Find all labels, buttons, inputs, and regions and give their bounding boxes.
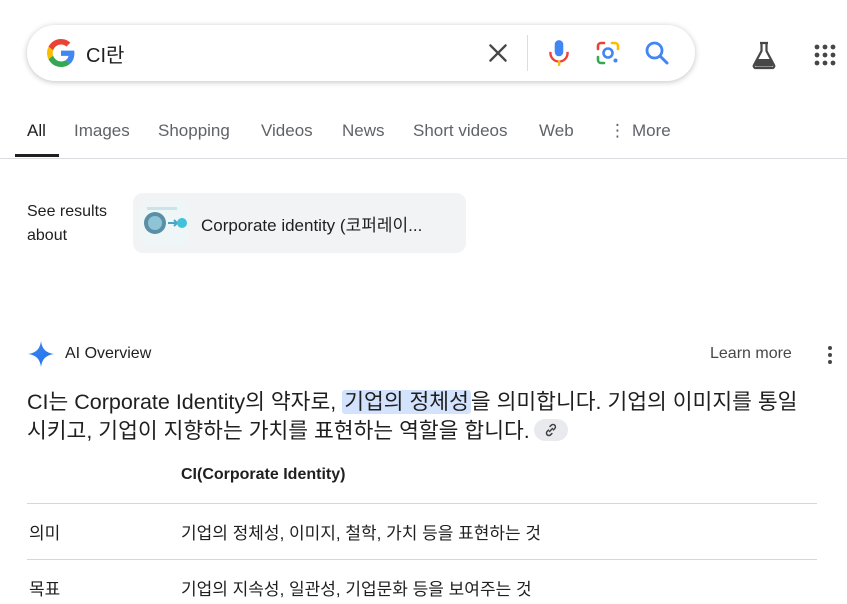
apps-grid-icon[interactable] [813,43,837,67]
close-icon[interactable] [485,40,511,66]
table-cell-key: 목표 [29,580,61,599]
google-g-icon [47,39,75,67]
learn-more-link[interactable]: Learn more [710,345,792,363]
ai-text-part-1: CI는 Corporate Identity의 약자로, [27,390,343,414]
table-cell-value: 기업의 지속성, 일관성, 기업문화 등을 보여주는 것 [181,580,532,599]
table-divider [27,559,817,560]
entity-thumbnail-image [141,201,187,245]
tab-more-label: More [632,121,671,140]
table-divider [27,503,817,504]
table-cell-value: 기업의 정체성, 이미지, 철학, 가치 등을 표현하는 것 [181,524,542,543]
ai-overview-header: AI Overview Learn more [27,340,847,370]
tab-images[interactable]: Images [74,121,130,141]
table-header: CI(Corporate Identity) [181,466,346,483]
link-icon [545,424,556,437]
tab-shopping[interactable]: Shopping [158,121,230,141]
entity-label: Corporate identity (코퍼레이... [201,216,423,235]
microphone-icon[interactable] [546,38,572,68]
ai-text-highlight[interactable]: 기업의 정체성 [342,390,471,414]
tab-short-videos[interactable]: Short videos [413,121,508,141]
tab-more[interactable]: ⋮ More [609,121,671,141]
search-input[interactable] [86,38,466,68]
tab-news[interactable]: News [342,121,385,141]
entity-thumbnail [141,201,187,245]
entity-chip[interactable]: Corporate identity (코퍼레이... [133,193,466,253]
tab-all[interactable]: All [27,121,46,141]
more-vert-icon: ⋮ [609,121,626,140]
sparkle-icon [28,341,54,367]
ai-overview-text: CI는 Corporate Identity의 약자로, 기업의 정체성을 의미… [27,388,817,446]
ai-overview-title: AI Overview [65,345,152,362]
search-bar [27,25,695,81]
search-tabs: All Images Shopping Videos News Short vi… [0,110,847,159]
google-lens-icon[interactable] [594,39,622,67]
see-results-label: See results about [27,203,108,244]
source-link-chip[interactable] [533,419,568,442]
more-vert-icon[interactable] [822,344,838,366]
flask-icon[interactable] [750,40,778,70]
active-tab-indicator [15,154,59,157]
tab-web[interactable]: Web [539,121,574,141]
search-icon[interactable] [643,39,671,67]
search-divider [527,35,528,71]
table-cell-key: 의미 [29,524,61,543]
tab-videos[interactable]: Videos [261,121,313,141]
